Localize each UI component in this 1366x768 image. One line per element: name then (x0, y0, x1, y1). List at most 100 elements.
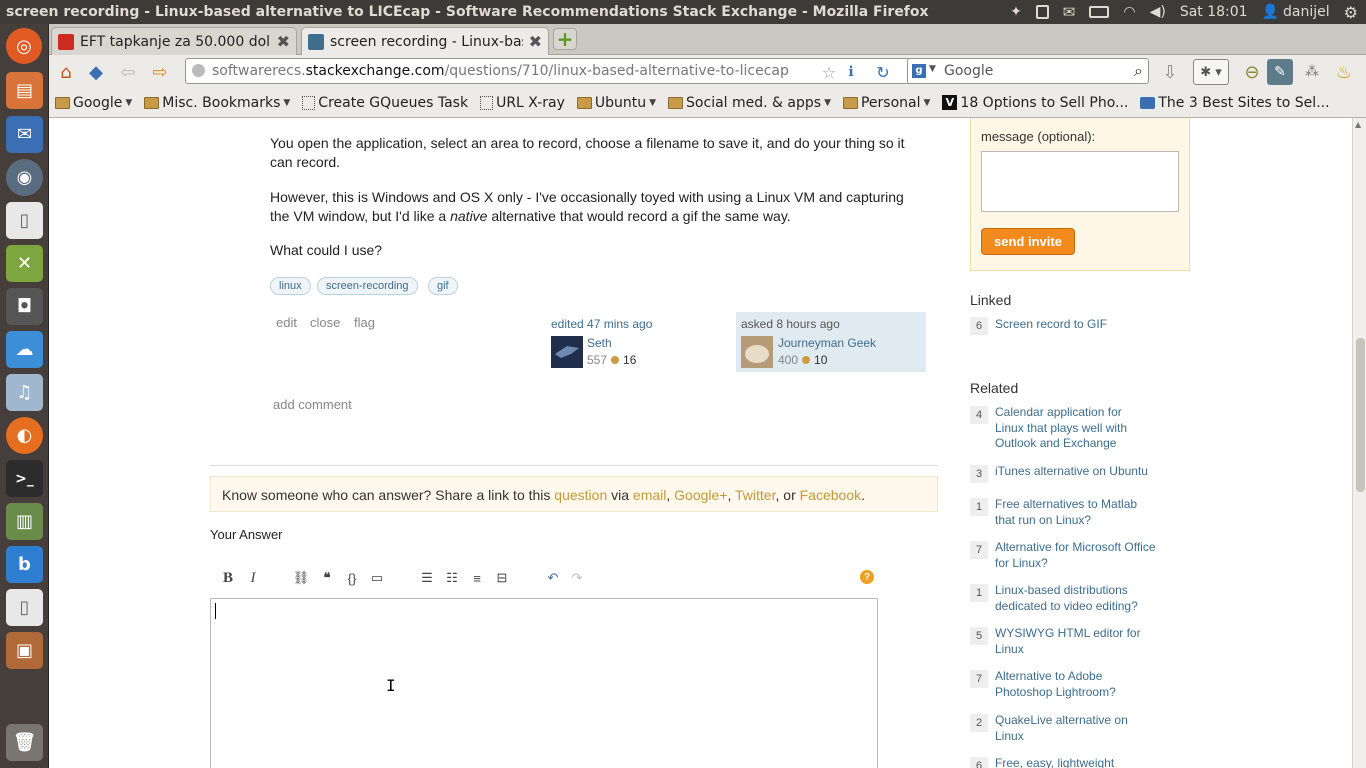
editor-avatar[interactable] (551, 336, 583, 368)
edit-link[interactable]: edit (276, 315, 297, 330)
italic-button[interactable]: I (245, 570, 261, 586)
redo-button[interactable]: ↷ (569, 570, 585, 586)
tag-gif[interactable]: gif (428, 277, 458, 295)
mail-icon[interactable]: ✉ (1063, 3, 1076, 21)
image-viewer-icon[interactable]: ✕ (6, 245, 43, 282)
asker-name[interactable]: Journeyman Geek (778, 336, 876, 350)
blockquote-button[interactable]: ❝ (319, 570, 335, 586)
undo-button[interactable]: ↶ (545, 570, 561, 586)
text-editor-icon[interactable]: ▯ (6, 589, 43, 626)
bookmark-18-options[interactable]: V 18 Options to Sell Pho... (942, 95, 1128, 111)
bookmark-3-best-sites[interactable]: The 3 Best Sites to Sel... (1140, 95, 1330, 111)
asker-avatar[interactable] (741, 336, 773, 368)
related-question-link[interactable]: Free, easy, lightweight (995, 756, 1165, 768)
addon-saturn-icon[interactable]: ⊖ (1239, 59, 1265, 85)
thunderbird-icon[interactable]: ✉ (6, 116, 43, 153)
session-gear-icon[interactable]: ⚙ (1344, 3, 1358, 22)
tag-linux[interactable]: linux (270, 277, 311, 295)
user-menu[interactable]: 👤 danijel (1262, 4, 1330, 20)
code-button[interactable]: {} (344, 570, 360, 586)
battery-icon[interactable] (1089, 6, 1110, 18)
extension-icon[interactable]: ◆ (83, 59, 109, 85)
bookmark-personal[interactable]: Personal ▼ (842, 95, 930, 111)
share-facebook-link[interactable]: Facebook (800, 487, 861, 503)
search-box[interactable]: g ▼ Google ⌕ (907, 58, 1149, 84)
related-question-link[interactable]: iTunes alternative on Ubuntu (995, 464, 1165, 480)
bookmark-social[interactable]: Social med. & apps ▼ (668, 95, 831, 111)
share-google-plus-link[interactable]: Google+ (674, 487, 727, 503)
add-comment-link[interactable]: add comment (273, 397, 352, 412)
back-arrow-icon[interactable]: ⇦ (115, 59, 141, 85)
share-twitter-link[interactable]: Twitter (735, 487, 775, 503)
forward-arrow-icon[interactable]: ⇨ (147, 59, 173, 85)
media-icon[interactable]: ♫ (6, 374, 43, 411)
page-scrollbar[interactable]: ▲ (1352, 118, 1366, 768)
cloud-icon[interactable]: ☁ (6, 331, 43, 368)
editor-name[interactable]: Seth (587, 336, 612, 350)
related-question-link[interactable]: Alternative to Adobe Photoshop Lightroom? (995, 669, 1165, 700)
firefox-icon[interactable]: ◐ (6, 417, 43, 454)
bulleted-list-button[interactable]: ☷ (444, 570, 460, 586)
evernote-icon[interactable]: ✎ (1267, 59, 1293, 85)
linked-question-link[interactable]: Screen record to GIF (995, 317, 1165, 333)
terminal-icon[interactable]: >_ (6, 460, 43, 497)
related-question-link[interactable]: Calendar application for Linux that plays… (995, 405, 1165, 452)
new-tab-button[interactable]: + (553, 28, 577, 50)
bookmark-url-xray[interactable]: URL X-ray (480, 95, 565, 111)
calendar-icon[interactable] (1035, 5, 1049, 19)
tag-screen-recording[interactable]: screen-recording (317, 277, 418, 295)
related-question-link[interactable]: QuakeLive alternative on Linux (995, 713, 1165, 744)
tab-eft[interactable]: EFT tapkanje za 50.000 dola... ✖ (51, 27, 297, 55)
trash-icon[interactable]: 🗑 (6, 724, 43, 761)
bookmark-misc[interactable]: Misc. Bookmarks ▼ (144, 95, 290, 111)
related-question-link[interactable]: Linux-based distributions dedicated to vi… (995, 583, 1165, 614)
share-email-link[interactable]: email (633, 487, 666, 503)
addon-flame-icon[interactable]: ♨ (1331, 59, 1357, 85)
close-tab-icon[interactable]: ✖ (529, 32, 542, 51)
scroll-up-arrow-icon[interactable]: ▲ (1355, 120, 1361, 129)
home-icon[interactable]: ⌂ (53, 59, 79, 85)
horizontal-rule-button[interactable]: ⊟ (494, 570, 510, 586)
close-link[interactable]: close (310, 315, 340, 330)
reload-icon[interactable]: ↻ (873, 59, 893, 85)
bold-button[interactable]: B (220, 570, 236, 586)
link-button[interactable]: ⛓ (293, 570, 310, 586)
send-invite-button[interactable]: send invite (981, 228, 1075, 255)
bookmark-google[interactable]: Google ▼ (55, 95, 132, 111)
wifi-icon[interactable]: ◠ (1123, 4, 1135, 20)
vlc-disc-icon[interactable]: ◉ (6, 159, 43, 196)
addon-menu-icon[interactable]: ✱ ▾ (1193, 59, 1229, 85)
edited-time[interactable]: edited 47 mins ago (551, 317, 652, 331)
close-tab-icon[interactable]: ✖ (277, 32, 290, 51)
volume-icon[interactable]: ◀) (1150, 4, 1166, 20)
document-icon[interactable]: ▯ (6, 202, 43, 239)
clock[interactable]: Sat 18:01 (1180, 4, 1248, 20)
share-question-link[interactable]: question (554, 487, 607, 503)
help-button[interactable]: ? (860, 570, 874, 584)
tab-screen-recording[interactable]: screen recording - Linux-bas... ✖ (301, 27, 549, 55)
dash-home-icon[interactable]: ◎ (6, 28, 42, 64)
heading-button[interactable]: ≡ (469, 570, 485, 586)
engine-dropdown-icon[interactable]: ▼ (929, 64, 936, 74)
bookmark-gqueues[interactable]: Create GQueues Task (302, 95, 468, 111)
bookmark-ubuntu[interactable]: Ubuntu ▼ (576, 95, 656, 111)
scrollbar-thumb[interactable] (1356, 338, 1365, 492)
numbered-list-button[interactable]: ☰ (419, 570, 435, 586)
related-question-link[interactable]: Alternative for Microsoft Office for Linu… (995, 540, 1165, 571)
answer-textarea[interactable] (210, 598, 878, 768)
info-icon[interactable]: ℹ (841, 59, 861, 85)
books-icon[interactable]: ▥ (6, 503, 43, 540)
camera-icon[interactable]: ◘ (6, 288, 43, 325)
related-question-link[interactable]: Free alternatives to Matlab that run on L… (995, 497, 1165, 528)
related-question-link[interactable]: WYSIWYG HTML editor for Linux (995, 626, 1165, 657)
download-icon[interactable]: ⇩ (1157, 59, 1183, 85)
bookmark-star-icon[interactable]: ☆ (819, 59, 839, 85)
beatbox-icon[interactable]: b (6, 546, 43, 583)
flag-link[interactable]: flag (354, 315, 375, 330)
window-icon[interactable]: ▣ (6, 632, 43, 669)
google-engine-icon[interactable]: g (912, 64, 926, 78)
search-icon[interactable]: ⌕ (1134, 61, 1143, 81)
site-identity-icon[interactable] (192, 64, 205, 77)
image-button[interactable]: ▭ (369, 570, 385, 586)
message-input[interactable] (981, 151, 1179, 212)
